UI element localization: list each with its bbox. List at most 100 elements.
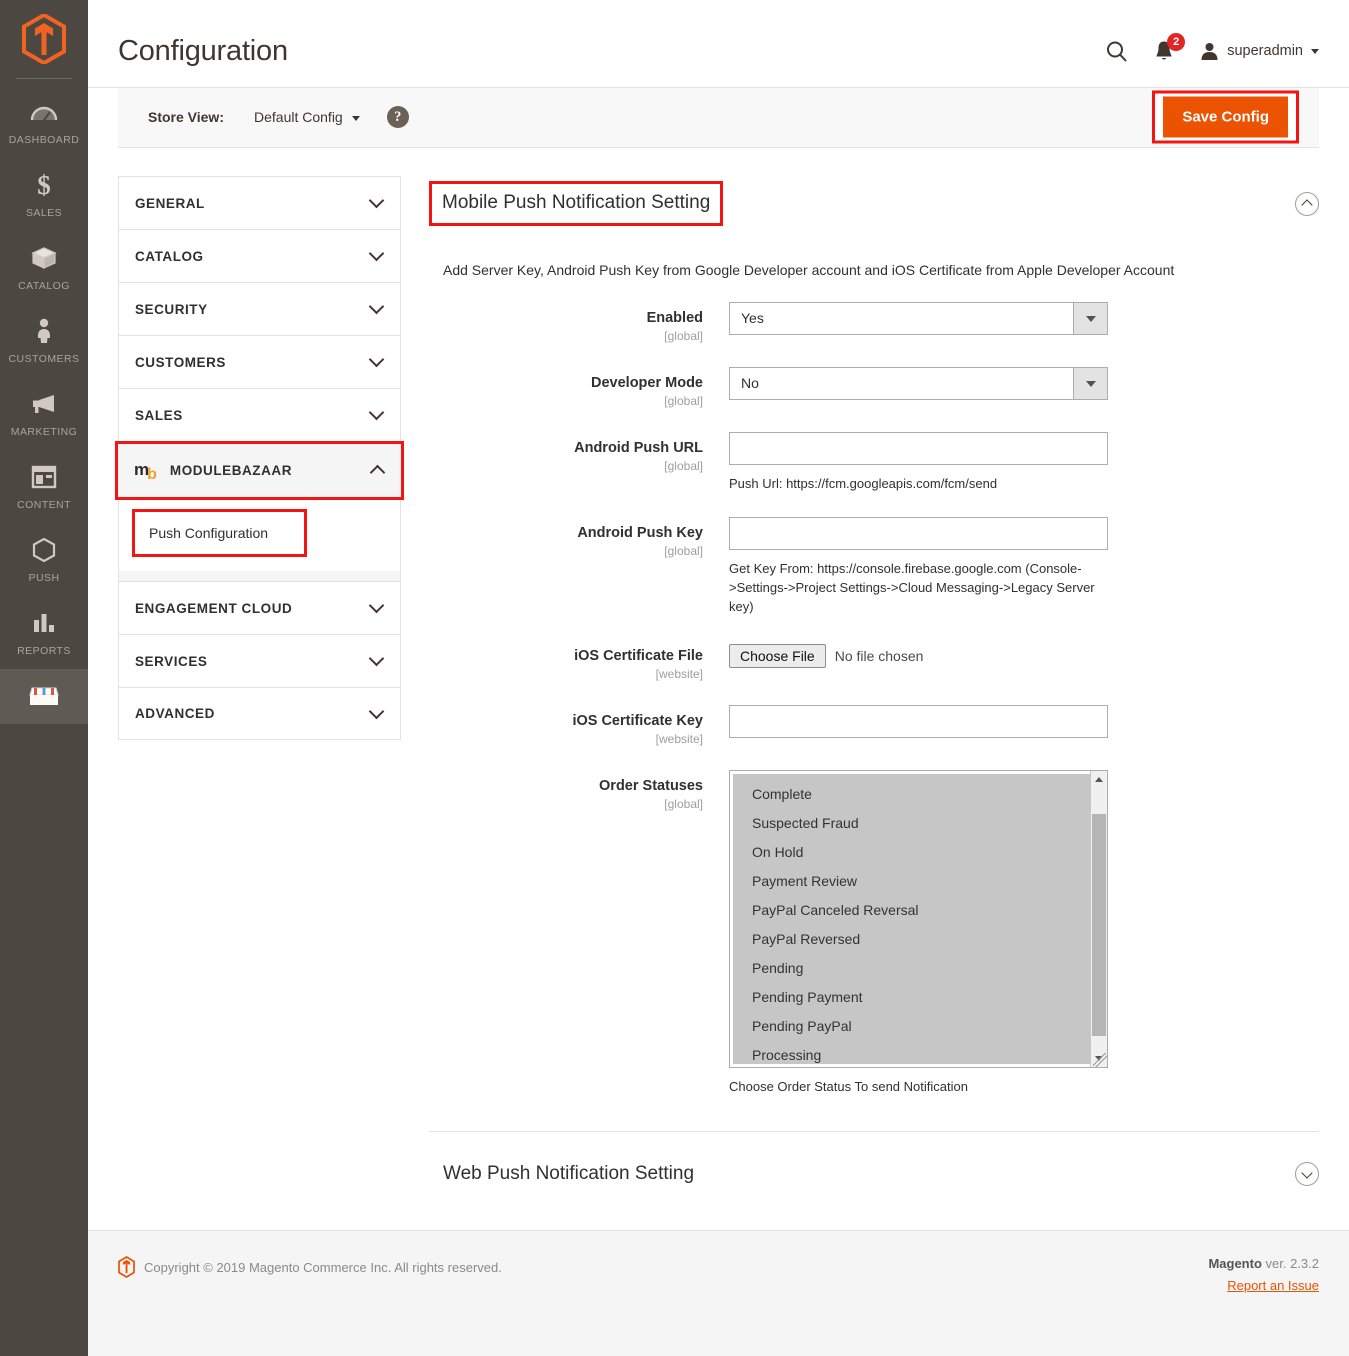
- scroll-up-arrow-icon[interactable]: [1091, 771, 1107, 788]
- config-nav-sales[interactable]: SALES: [118, 388, 401, 441]
- field-order-statuses: Order Statuses [global] Complete Suspecte…: [429, 770, 1319, 1096]
- config-nav-engagement-cloud[interactable]: ENGAGEMENT CLOUD: [118, 581, 401, 634]
- sidebar-item-marketing[interactable]: MARKETING: [0, 377, 88, 450]
- field-control: Complete Suspected Fraud On Hold Payment Re…: [729, 770, 1319, 1096]
- config-nav-label: GENERAL: [135, 195, 205, 211]
- store-view-value: Default Config: [254, 109, 343, 126]
- chevron-down-icon: [1311, 48, 1319, 54]
- order-status-option[interactable]: Pending PayPal: [733, 1012, 1090, 1041]
- order-status-option[interactable]: Pending Payment: [733, 983, 1090, 1012]
- order-statuses-options[interactable]: Complete Suspected Fraud On Hold Payment Re…: [733, 774, 1090, 1064]
- sidebar-item-customers[interactable]: CUSTOMERS: [0, 304, 88, 377]
- label-text: Order Statuses: [599, 778, 703, 794]
- mobile-push-section-header: Mobile Push Notification Setting: [429, 176, 1319, 226]
- notifications-button[interactable]: 2: [1154, 33, 1186, 62]
- store-view-label: Store View:: [148, 109, 224, 126]
- field-label: Android Push URL [global]: [429, 432, 729, 493]
- multiselect-scrollbar[interactable]: [1090, 771, 1107, 1067]
- sidebar-item-sales[interactable]: $ SALES: [0, 158, 88, 231]
- copyright-text: Copyright © 2019 Magento Commerce Inc. A…: [144, 1259, 502, 1275]
- user-avatar-icon: [1201, 42, 1218, 60]
- config-nav-label: SALES: [135, 407, 183, 423]
- resize-handle-icon[interactable]: [1093, 1053, 1107, 1067]
- sidebar-item-dashboard[interactable]: DASHBOARD: [0, 85, 88, 158]
- report-issue-link[interactable]: Report an Issue: [1227, 1278, 1319, 1293]
- order-status-option[interactable]: Suspected Fraud: [733, 809, 1090, 838]
- save-config-highlight: Save Config: [1152, 90, 1299, 144]
- config-nav-services[interactable]: SERVICES: [118, 634, 401, 687]
- scrollbar-thumb[interactable]: [1092, 814, 1106, 1036]
- header-tools: 2 superadmin: [1105, 33, 1319, 63]
- field-developer-mode: Developer Mode [global] No: [429, 367, 1319, 408]
- field-control: Choose File No file chosen: [729, 640, 1319, 681]
- storefront-icon: [2, 681, 86, 711]
- web-push-section-header[interactable]: Web Push Notification Setting: [429, 1132, 1319, 1186]
- order-status-option[interactable]: Payment Review: [733, 867, 1090, 896]
- config-nav-label: CATALOG: [135, 248, 204, 264]
- sidebar-item-push[interactable]: PUSH: [0, 523, 88, 596]
- main-area: Configuration 2 superadmin Store View: D…: [88, 0, 1349, 1356]
- sidebar-label: DASHBOARD: [8, 134, 80, 146]
- config-nav-advanced[interactable]: ADVANCED: [118, 687, 401, 740]
- config-nav-modulebazaar[interactable]: mb MODULEBAZAAR: [118, 444, 401, 497]
- file-status-label: No file chosen: [834, 648, 924, 664]
- scrollbar-track[interactable]: [1091, 788, 1107, 1050]
- magento-logo[interactable]: [0, 0, 88, 78]
- layout-panel-icon: [2, 462, 86, 492]
- developer-mode-select-wrap: No: [729, 367, 1108, 400]
- store-view-selector[interactable]: Default Config: [254, 109, 360, 125]
- order-statuses-multiselect[interactable]: Complete Suspected Fraud On Hold Payment Re…: [729, 770, 1108, 1068]
- enabled-select[interactable]: Yes: [729, 302, 1108, 335]
- sidebar-item-content[interactable]: CONTENT: [0, 450, 88, 523]
- sidebar-item-storefront[interactable]: [0, 669, 88, 724]
- sidebar-item-catalog[interactable]: CATALOG: [0, 231, 88, 304]
- config-nav-push-configuration[interactable]: Push Configuration: [132, 509, 307, 557]
- android-push-key-input[interactable]: [729, 517, 1108, 550]
- scope-text: [global]: [664, 394, 703, 408]
- field-control: Get Key From: https://console.firebase.g…: [729, 517, 1319, 616]
- field-label: Order Statuses [global]: [429, 770, 729, 1096]
- order-status-option[interactable]: Complete: [733, 780, 1090, 809]
- android-push-url-input[interactable]: [729, 432, 1108, 465]
- config-nav-customers[interactable]: CUSTOMERS: [118, 335, 401, 388]
- scope-text: [global]: [664, 329, 703, 343]
- user-menu[interactable]: superadmin: [1200, 42, 1319, 61]
- chevron-up-glyph: [1301, 199, 1313, 211]
- order-status-option[interactable]: Processing: [733, 1041, 1090, 1064]
- config-nav-catalog[interactable]: CATALOG: [118, 229, 401, 282]
- chevron-down-circle-icon[interactable]: [1295, 1162, 1319, 1186]
- config-nav-label: ENGAGEMENT CLOUD: [135, 600, 293, 616]
- order-status-option[interactable]: PayPal Reversed: [733, 925, 1090, 954]
- field-control: Push Url: https://fcm.googleapis.com/fcm…: [729, 432, 1319, 493]
- label-text: iOS Certificate File: [574, 648, 703, 664]
- search-icon: [1107, 41, 1127, 62]
- order-status-option[interactable]: On Hold: [733, 838, 1090, 867]
- admin-app: DASHBOARD $ SALES CATALOG CUSTOMERS MARK…: [0, 0, 1349, 1356]
- section2-title: Web Push Notification Setting: [443, 1163, 695, 1184]
- save-config-button[interactable]: Save Config: [1163, 96, 1288, 138]
- order-status-option[interactable]: Pending: [733, 954, 1090, 983]
- field-android-push-key: Android Push Key [global] Get Key From: …: [429, 517, 1319, 616]
- sidebar-item-reports[interactable]: REPORTS: [0, 596, 88, 669]
- developer-mode-select[interactable]: No: [729, 367, 1108, 400]
- field-label: iOS Certificate Key [website]: [429, 705, 729, 746]
- search-button[interactable]: [1105, 40, 1128, 63]
- chevron-up-circle-icon[interactable]: [1295, 191, 1319, 216]
- question-mark-icon[interactable]: ?: [386, 106, 409, 129]
- label-text: iOS Certificate Key: [572, 713, 703, 729]
- chevron-down-icon: [368, 650, 385, 667]
- field-label: Android Push Key [global]: [429, 517, 729, 616]
- choose-file-button[interactable]: Choose File: [729, 644, 826, 668]
- chevron-down-icon: [368, 404, 385, 421]
- config-nav-general[interactable]: GENERAL: [118, 176, 401, 229]
- config-nav-label: SECURITY: [135, 301, 208, 317]
- field-control: No: [729, 367, 1319, 408]
- sidebar-label: CUSTOMERS: [8, 353, 80, 365]
- ios-certificate-key-input[interactable]: [729, 705, 1108, 738]
- section-title: Mobile Push Notification Setting: [442, 192, 711, 213]
- notification-badge: 2: [1167, 33, 1186, 52]
- config-nav-security[interactable]: SECURITY: [118, 282, 401, 335]
- order-status-option[interactable]: PayPal Canceled Reversal: [733, 896, 1090, 925]
- chevron-up-icon: [369, 464, 386, 481]
- username-label: superadmin: [1227, 43, 1303, 60]
